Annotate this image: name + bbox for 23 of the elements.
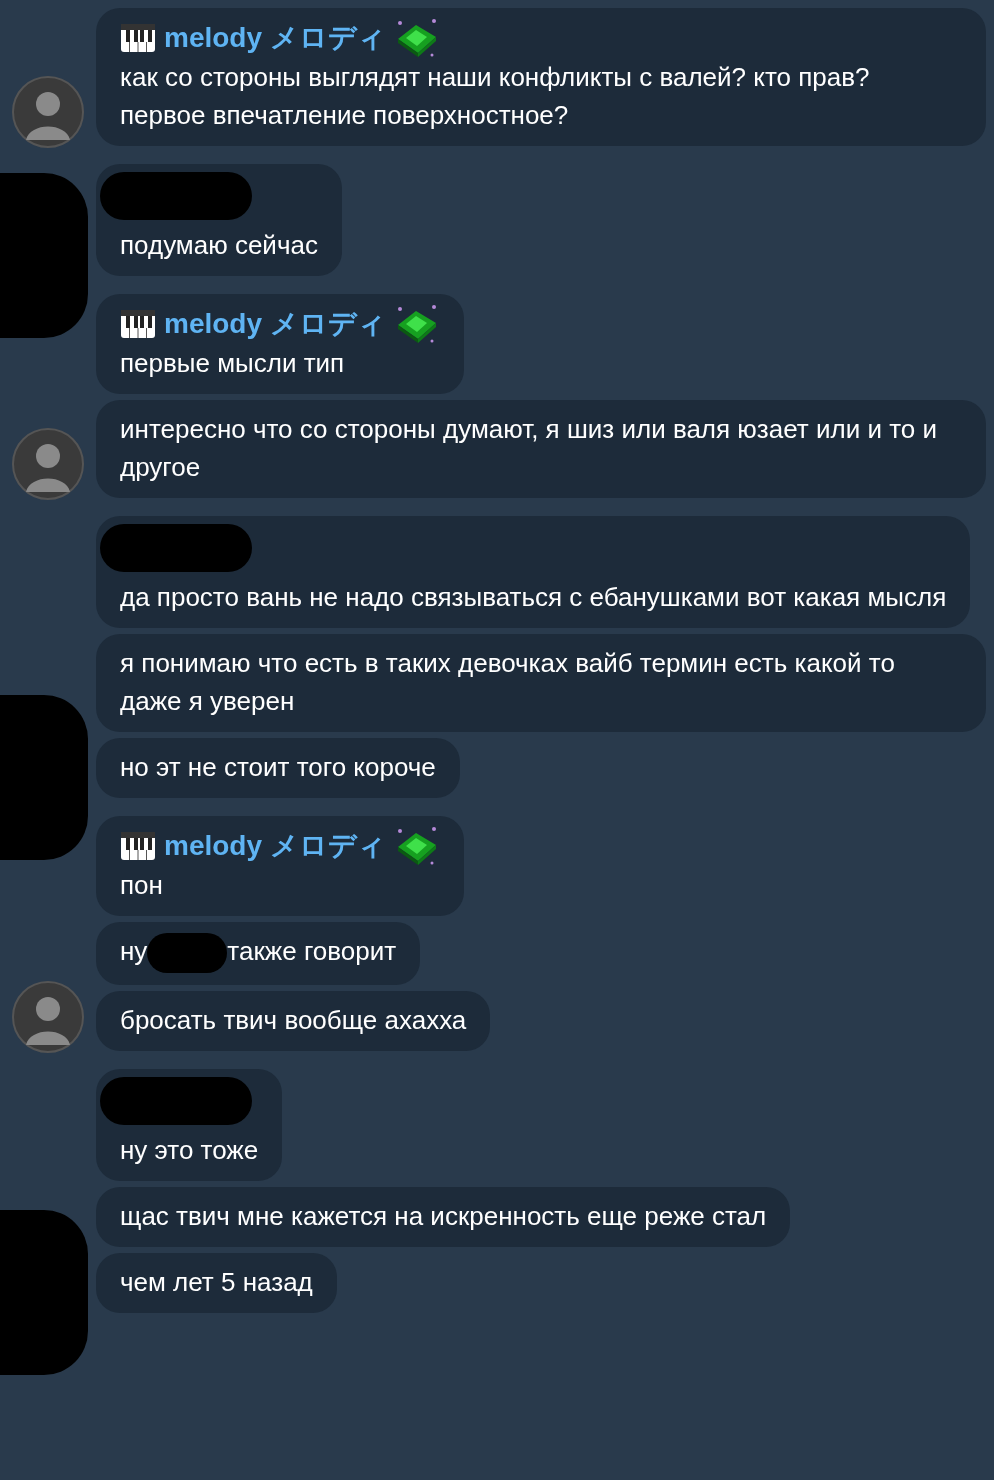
message-text: подумаю сейчас: [120, 230, 318, 260]
sender-name[interactable]: melody メロディ: [164, 19, 386, 57]
message-text: интересно что со стороны думают, я шиз или валя юзает или и то и другое: [120, 414, 937, 482]
avatar[interactable]: [12, 981, 84, 1054]
sender-name[interactable]: melody メロディ: [164, 305, 386, 343]
message-text: бросать твич вообще ахахха: [120, 1005, 467, 1036]
avatar[interactable]: [12, 76, 84, 148]
message-text: чем лет 5 назад: [120, 1267, 313, 1298]
message-text: также говорит: [227, 936, 397, 966]
piano-icon: [120, 831, 156, 861]
avatar[interactable]: [12, 428, 84, 500]
piano-icon: [120, 309, 156, 339]
message-text: щас твич мне кажется на искренность еще реже стал: [120, 1201, 767, 1232]
message-text: я понимаю что есть в таких девочках вайб термин есть какой то даже я уверен: [120, 648, 895, 716]
message-text: первые мысли тип: [120, 348, 345, 378]
message-text: ну это тоже: [120, 1135, 259, 1166]
sender-name[interactable]: melody メロディ: [164, 827, 386, 865]
message-text: как со стороны выглядят наши конфликты с валей? кто прав? первое впечатление поверхностное?: [120, 62, 870, 130]
message-text: ну: [120, 936, 148, 966]
message-text: но эт не стоит того короче: [120, 752, 436, 782]
message-text: пон: [120, 870, 163, 900]
message-text: да просто вань не надо связываться с ебанушками вот какая мысля: [120, 582, 947, 612]
piano-icon: [120, 23, 156, 53]
